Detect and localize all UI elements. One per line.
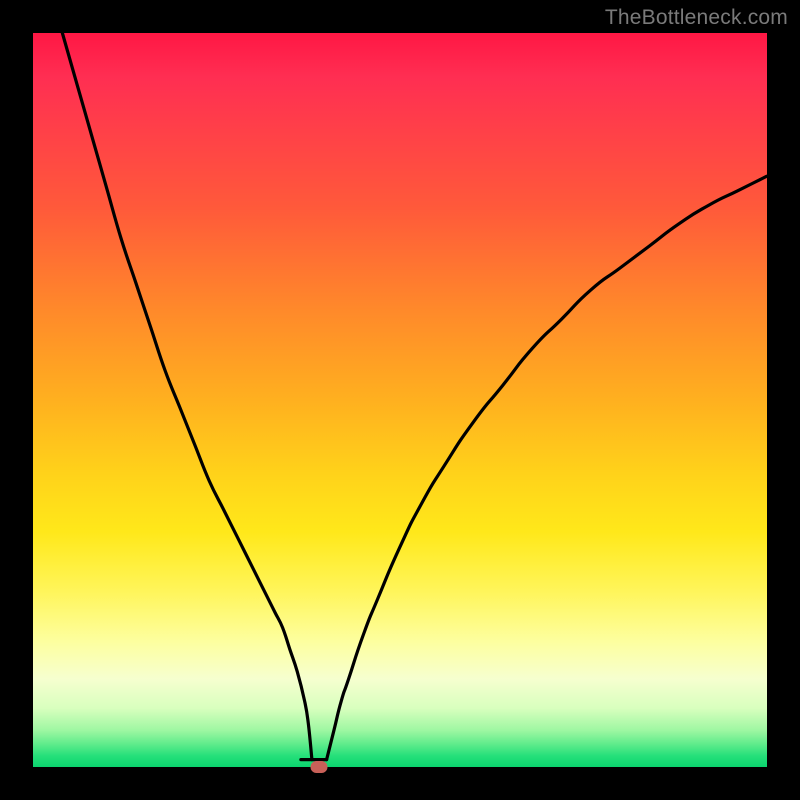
- curve-right-branch: [327, 176, 767, 760]
- plot-area: [33, 33, 767, 767]
- chart-frame: TheBottleneck.com: [0, 0, 800, 800]
- bottleneck-curve: [33, 33, 767, 767]
- watermark-text: TheBottleneck.com: [605, 6, 788, 30]
- minimum-marker: [311, 761, 328, 773]
- curve-left-branch: [62, 33, 312, 760]
